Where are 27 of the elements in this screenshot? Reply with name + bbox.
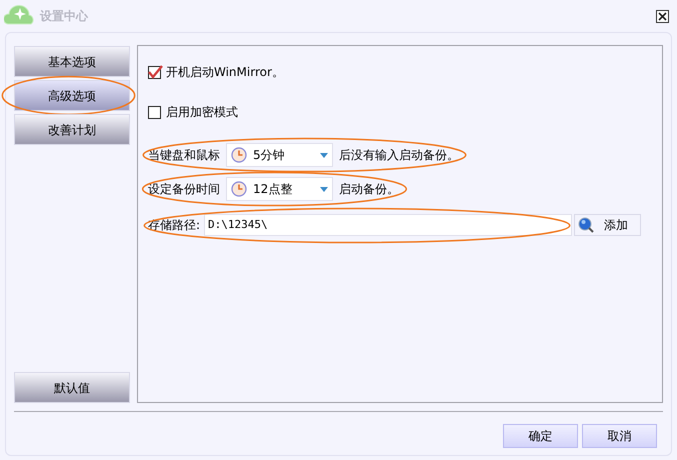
checkbox[interactable] (148, 106, 161, 118)
field-suffix: 后没有输入启动备份。 (339, 147, 459, 164)
dropdown[interactable]: 12点整 (226, 177, 333, 201)
checkbox[interactable] (148, 66, 161, 78)
path-field[interactable]: D:\12345\ (204, 214, 572, 236)
close-icon (658, 12, 667, 20)
dialog-button[interactable]: 取消 (582, 424, 657, 448)
dialog-button[interactable]: 确定 (503, 424, 578, 448)
window-title: 设置中心 (40, 8, 88, 25)
dropdown-arrow-icon (320, 186, 328, 192)
dropdown[interactable]: 5分钟 (226, 143, 333, 167)
sidebar-tab[interactable]: 改善计划 (14, 114, 130, 145)
field-suffix: 启动备份。 (339, 181, 399, 198)
add-button[interactable]: 添加 (574, 214, 642, 236)
dropdown-arrow-icon (320, 152, 328, 158)
checkbox-label: 启用加密模式 (166, 104, 238, 121)
field-label: 当键盘和鼠标 (148, 147, 220, 164)
field-label: 设定备份时间 (148, 181, 220, 198)
sidebar-tab[interactable]: 高级选项 (14, 80, 130, 111)
check-icon (148, 64, 163, 78)
search-icon (578, 217, 594, 233)
sidebar-tab[interactable]: 基本选项 (14, 46, 130, 77)
clock-icon (231, 181, 247, 197)
close-button[interactable] (656, 10, 669, 22)
clock-icon (231, 147, 247, 163)
checkbox-label: 开机启动WinMirror。 (166, 64, 284, 81)
default-button[interactable]: 默认值 (14, 372, 130, 403)
